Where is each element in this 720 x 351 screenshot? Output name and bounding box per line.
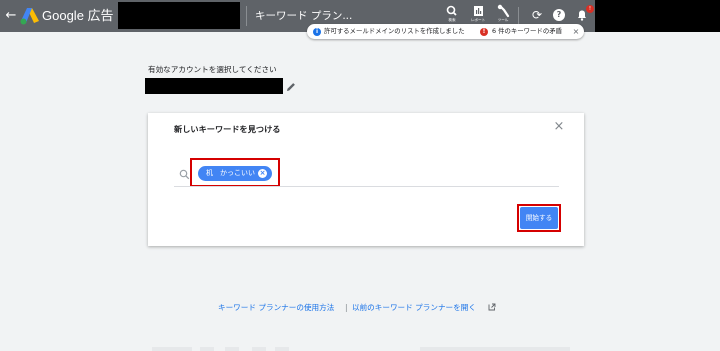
close-icon[interactable]: × (572, 24, 580, 39)
how-to-use-link[interactable]: キーワード プランナーの使用方法 (218, 302, 334, 313)
alert-icon: ! (480, 27, 488, 36)
external-link-icon[interactable] (488, 303, 496, 311)
redacted-user-info (595, 0, 720, 32)
open-previous-planner-link[interactable]: 以前のキーワード プランナーを開く (352, 302, 476, 313)
card-title: 新しいキーワードを見つける (174, 124, 281, 134)
pencil-icon[interactable] (285, 81, 297, 93)
divider (246, 6, 247, 26)
notification-badge: ! (586, 5, 594, 13)
link-separator: | (345, 303, 348, 312)
keyword-input[interactable] (174, 186, 559, 187)
notification-alert-text[interactable]: 6 件のキーワードの矛盾 (492, 24, 562, 39)
refresh-icon[interactable]: ⟳ (530, 8, 544, 22)
redacted-account-name (118, 2, 240, 29)
google-ads-logo[interactable] (20, 7, 40, 25)
redacted-account-selector[interactable] (145, 78, 283, 94)
tools-label: ツール (497, 18, 509, 22)
keyword-chip-text: 机 かっこいい (206, 169, 255, 177)
search-icon (446, 5, 457, 16)
wrench-icon (497, 4, 510, 18)
close-icon[interactable]: × (552, 120, 566, 134)
bottom-strip (0, 347, 720, 351)
reports-icon (474, 6, 483, 16)
notification-info-text[interactable]: 許可するメールドメインのリストを作成しました (324, 24, 465, 39)
back-arrow-icon[interactable]: ← (4, 8, 18, 24)
info-icon: i (313, 27, 321, 36)
search-label: 検索 (448, 18, 456, 22)
help-icon[interactable]: ? (553, 9, 565, 21)
tool-title[interactable]: キーワード プラン... (255, 8, 352, 24)
account-select-label: 有効なアカウントを選択してください (148, 65, 277, 74)
remove-chip-icon[interactable]: × (258, 169, 267, 178)
keyword-chip[interactable]: 机 かっこいい × (198, 166, 272, 181)
search-icon (179, 169, 190, 180)
find-keywords-card: 新しいキーワードを見つける × 机 かっこいい × 開始する (148, 113, 584, 246)
brand-title[interactable]: Google 広告 (42, 7, 114, 25)
divider (518, 7, 519, 25)
notification-bar: i 許可するメールドメインのリストを作成しました ! 6 件のキーワードの矛盾 … (307, 24, 584, 39)
start-button[interactable]: 開始する (520, 207, 558, 229)
reports-label: レポート (470, 18, 486, 22)
